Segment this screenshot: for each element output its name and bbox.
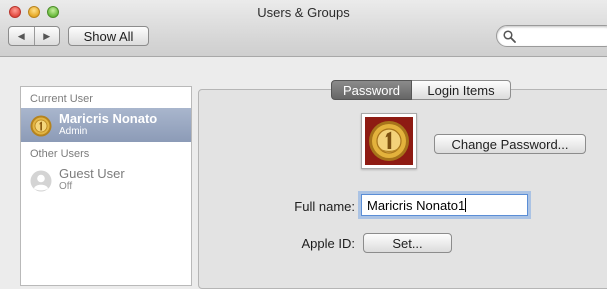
window-titlebar: Users & Groups ◀ ▶ Show All <box>0 0 607 57</box>
gold-coin-icon <box>30 115 52 137</box>
magnifier-icon <box>503 30 516 43</box>
full-name-label: Full name: <box>294 199 355 214</box>
back-arrow-icon: ◀ <box>17 30 25 41</box>
tab-password[interactable]: Password <box>331 80 412 100</box>
back-forward-control: ◀ ▶ <box>8 26 60 46</box>
tab-login-items[interactable]: Login Items <box>412 80 511 100</box>
back-button[interactable]: ◀ <box>9 27 35 45</box>
window-title: Users & Groups <box>257 5 350 20</box>
user-row-guest[interactable]: Guest User Off <box>21 163 191 197</box>
change-password-button[interactable]: Change Password... <box>434 134 586 154</box>
users-sidebar: Current User Maricris Nonato Admin Other… <box>20 86 192 286</box>
current-user-role: Admin <box>59 126 88 137</box>
guest-user-status: Off <box>59 181 73 192</box>
pane-tabs: Password Login Items <box>331 80 511 100</box>
current-user-header: Current User <box>30 93 93 105</box>
set-apple-id-button[interactable]: Set... <box>363 233 452 253</box>
gold-coin-icon <box>365 117 413 165</box>
user-row-current[interactable]: Maricris Nonato Admin <box>21 108 191 142</box>
full-name-value: Maricris Nonato1 <box>367 198 466 213</box>
text-caret <box>465 198 467 212</box>
user-picture[interactable] <box>361 113 417 169</box>
current-user-name: Maricris Nonato <box>59 111 158 126</box>
guest-user-name: Guest User <box>59 166 125 181</box>
other-users-header: Other Users <box>30 148 90 160</box>
silhouette-icon <box>30 170 52 192</box>
forward-arrow-icon: ▶ <box>43 30 51 41</box>
apple-id-label: Apple ID: <box>301 236 355 251</box>
forward-button[interactable]: ▶ <box>35 27 60 45</box>
full-name-field[interactable]: Maricris Nonato1 <box>361 194 528 216</box>
show-all-button[interactable]: Show All <box>68 26 149 46</box>
search-field[interactable] <box>496 25 607 47</box>
